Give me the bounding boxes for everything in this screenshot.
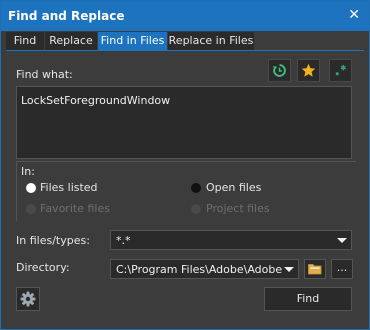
tab-replace-in-files[interactable]: Replace in Files xyxy=(168,32,255,50)
file-types-value: *.* xyxy=(116,234,131,247)
directory-select[interactable]: C:\Program Files\Adobe\Adobe InC xyxy=(110,259,299,279)
favorite-star-icon xyxy=(301,63,316,77)
radio-files-listed[interactable] xyxy=(26,183,36,193)
regex-icon xyxy=(335,64,347,76)
close-icon[interactable]: ✕ xyxy=(348,7,360,23)
folder-icon xyxy=(308,264,322,275)
radio-project-files xyxy=(191,204,201,214)
open-files-label[interactable]: Open files xyxy=(206,181,261,194)
in-group-divider xyxy=(16,161,356,162)
find-what-label: Find what: xyxy=(16,68,73,81)
file-types-select[interactable]: *.* xyxy=(110,230,352,250)
find-button[interactable]: Find xyxy=(264,287,352,311)
project-files-label: Project files xyxy=(206,202,270,215)
favorites-button[interactable] xyxy=(297,59,320,82)
favorite-files-label: Favorite files xyxy=(40,202,110,215)
settings-button[interactable] xyxy=(16,287,40,311)
gear-icon xyxy=(20,291,36,307)
regex-toggle-button[interactable] xyxy=(329,59,352,82)
radio-favorite-files xyxy=(26,204,36,214)
in-label: In: xyxy=(21,165,35,178)
directory-label: Directory: xyxy=(16,261,70,274)
more-directories-button[interactable]: ... xyxy=(331,259,353,279)
tab-find-in-files[interactable]: Find in Files xyxy=(98,32,168,50)
browse-folder-button[interactable] xyxy=(304,259,326,279)
chevron-down-icon xyxy=(337,238,347,243)
history-button[interactable] xyxy=(268,59,291,82)
chevron-down-icon xyxy=(284,267,294,272)
tab-find[interactable]: Find xyxy=(6,32,45,50)
file-types-label: In files/types: xyxy=(16,234,90,247)
tab-replace[interactable]: Replace xyxy=(45,32,98,50)
window-title: Find and Replace xyxy=(8,9,125,23)
radio-open-files[interactable] xyxy=(191,183,201,193)
find-replace-window: Find and Replace ✕ Find Replace Find in … xyxy=(0,0,370,330)
history-icon xyxy=(272,64,286,77)
title-bar[interactable]: Find and Replace ✕ xyxy=(1,1,369,31)
find-what-value: LockSetForegroundWindow xyxy=(21,94,171,107)
tab-underline xyxy=(6,50,364,51)
directory-value: C:\Program Files\Adobe\Adobe InC xyxy=(116,263,282,276)
find-what-input[interactable]: LockSetForegroundWindow xyxy=(16,86,352,159)
files-listed-label[interactable]: Files listed xyxy=(40,181,98,194)
